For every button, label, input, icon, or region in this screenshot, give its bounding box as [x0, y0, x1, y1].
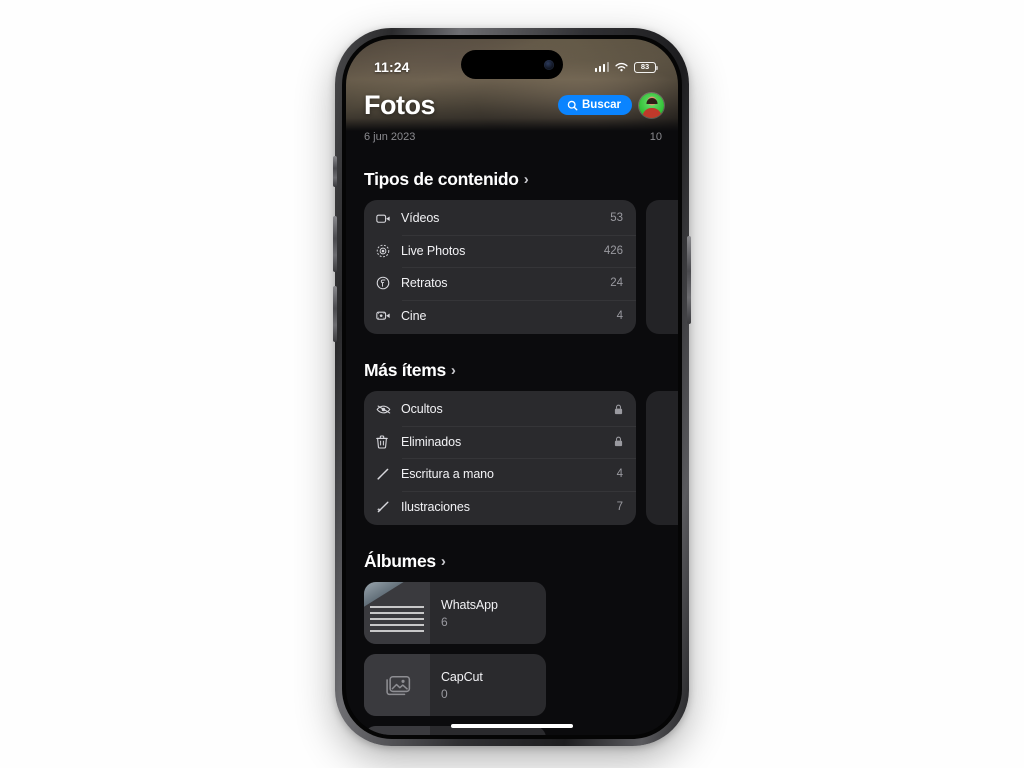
date-bar: 6 jun 2023 10: [346, 127, 678, 143]
screenshot-canvas: 11:24 83 Fotos Buscar 6 jun 2023 10 Tipo…: [0, 0, 1024, 768]
content-types-card-row[interactable]: Vídeos 53 Live Photos 426 Retratos 24 Ci…: [346, 200, 678, 334]
album-name: WhatsApp: [441, 597, 498, 612]
status-bar-indicators: 83: [594, 61, 658, 73]
list-item-label: Cine: [401, 308, 427, 323]
list-item-label: Retratos: [401, 276, 448, 291]
list-item-label: Ilustraciones: [401, 499, 470, 514]
content-scroll-area[interactable]: 6 jun 2023 10 Tipos de contenido › Vídeo…: [346, 127, 678, 735]
list-item-count: 53: [610, 212, 623, 225]
volume-down-button[interactable]: [333, 286, 337, 342]
cinematic-video-icon: [376, 310, 396, 321]
search-button[interactable]: Buscar: [558, 95, 632, 115]
date-left: 6 jun 2023: [364, 131, 416, 143]
list-item-illustrations[interactable]: Ilustraciones 7: [364, 490, 636, 524]
content-types-card-next[interactable]: [646, 200, 678, 334]
trash-icon: [376, 435, 396, 449]
pencil-icon: [376, 467, 396, 481]
page-title: Fotos: [364, 89, 436, 120]
search-icon: [567, 100, 578, 110]
section-header-albums[interactable]: Álbumes ›: [346, 525, 678, 582]
album-count: 6: [441, 614, 448, 629]
iphone-device-frame: 11:24 83 Fotos Buscar 6 jun 2023 10 Tipo…: [333, 28, 691, 746]
battery-percent: 83: [640, 62, 650, 72]
list-item-videos[interactable]: Vídeos 53: [364, 202, 636, 235]
album-name: CapCut: [441, 669, 483, 684]
album-tile-whatsapp[interactable]: WhatsApp 6: [364, 582, 546, 644]
list-item-label: Eliminados: [401, 434, 462, 449]
wifi-icon: [615, 62, 628, 71]
chevron-right-icon: ›: [440, 553, 446, 570]
avatar-body: [642, 107, 661, 118]
scribble-icon: [376, 500, 396, 514]
battery-icon: 83: [634, 61, 658, 73]
more-items-card-row[interactable]: Ocultos Eliminados Escritura a mano 4 Il…: [346, 391, 678, 525]
avatar-hair: [646, 97, 657, 104]
list-item-count: 4: [616, 468, 623, 481]
home-indicator[interactable]: [451, 723, 573, 728]
power-button[interactable]: [687, 236, 691, 324]
content-types-card: Vídeos 53 Live Photos 426 Retratos 24 Ci…: [364, 200, 636, 334]
photos-app: 11:24 83 Fotos Buscar 6 jun 2023 10 Tipo…: [346, 39, 678, 735]
action-button[interactable]: [333, 156, 337, 187]
album-meta: CapCut 0: [430, 654, 546, 716]
list-item-deleted[interactable]: Eliminados: [364, 425, 636, 459]
front-camera-lens-icon: [544, 59, 554, 70]
device-screen: 11:24 83 Fotos Buscar 6 jun 2023 10 Tipo…: [346, 39, 678, 735]
section-title: Más ítems: [364, 360, 446, 380]
live-photo-icon: [376, 244, 396, 258]
more-items-card-next[interactable]: [646, 391, 678, 525]
app-header: Fotos Buscar: [346, 83, 678, 127]
album-count: 0: [441, 686, 448, 701]
dynamic-island: [461, 50, 563, 79]
album-tile-capcut[interactable]: CapCut 0: [364, 654, 546, 716]
list-item-hidden[interactable]: Ocultos: [364, 393, 636, 426]
eye-slash-icon: [376, 404, 396, 415]
list-item-count: 4: [616, 309, 623, 322]
list-item-portraits[interactable]: Retratos 24: [364, 267, 636, 300]
volume-up-button[interactable]: [333, 216, 337, 272]
chevron-right-icon: ›: [450, 362, 456, 379]
section-title: Álbumes: [364, 551, 436, 571]
list-item-label: Ocultos: [401, 402, 443, 417]
list-item-count: 24: [610, 277, 623, 290]
search-button-label: Buscar: [582, 99, 621, 111]
album-thumbnail-empty: [364, 654, 430, 716]
list-item-cinematic[interactable]: Cine 4: [364, 299, 636, 333]
list-item-count: 7: [616, 500, 623, 513]
list-item-label: Vídeos: [401, 211, 440, 226]
lock-icon: [614, 404, 623, 415]
portrait-aperture-icon: [376, 276, 396, 290]
chevron-right-icon: ›: [523, 171, 529, 188]
more-items-card: Ocultos Eliminados Escritura a mano 4 Il…: [364, 391, 636, 525]
section-header-more-items[interactable]: Más ítems ›: [346, 334, 678, 391]
album-thumbnail-document: [364, 582, 430, 644]
date-right: 10: [649, 131, 662, 143]
section-header-content-types[interactable]: Tipos de contenido ›: [346, 143, 678, 200]
album-meta: WhatsApp 6: [430, 582, 546, 644]
lock-icon: [614, 436, 623, 447]
status-bar-time: 11:24: [374, 59, 410, 75]
albums-grid: WhatsApp 6 CapCut 0: [346, 582, 678, 735]
header-actions: Buscar: [558, 92, 664, 118]
cellular-signal-icon: [594, 62, 609, 72]
video-camera-icon: [376, 213, 396, 224]
list-item-live-photos[interactable]: Live Photos 426: [364, 234, 636, 268]
section-title: Tipos de contenido: [364, 169, 519, 189]
avatar[interactable]: [639, 92, 664, 118]
album-thumbnail-empty: [364, 726, 430, 735]
list-item-handwriting[interactable]: Escritura a mano 4: [364, 458, 636, 491]
list-item-count: 426: [603, 244, 623, 257]
empty-photo-icon: [386, 675, 411, 696]
list-item-label: Escritura a mano: [401, 467, 494, 482]
list-item-label: Live Photos: [401, 243, 466, 258]
device-bezel: 11:24 83 Fotos Buscar 6 jun 2023 10 Tipo…: [342, 35, 682, 739]
